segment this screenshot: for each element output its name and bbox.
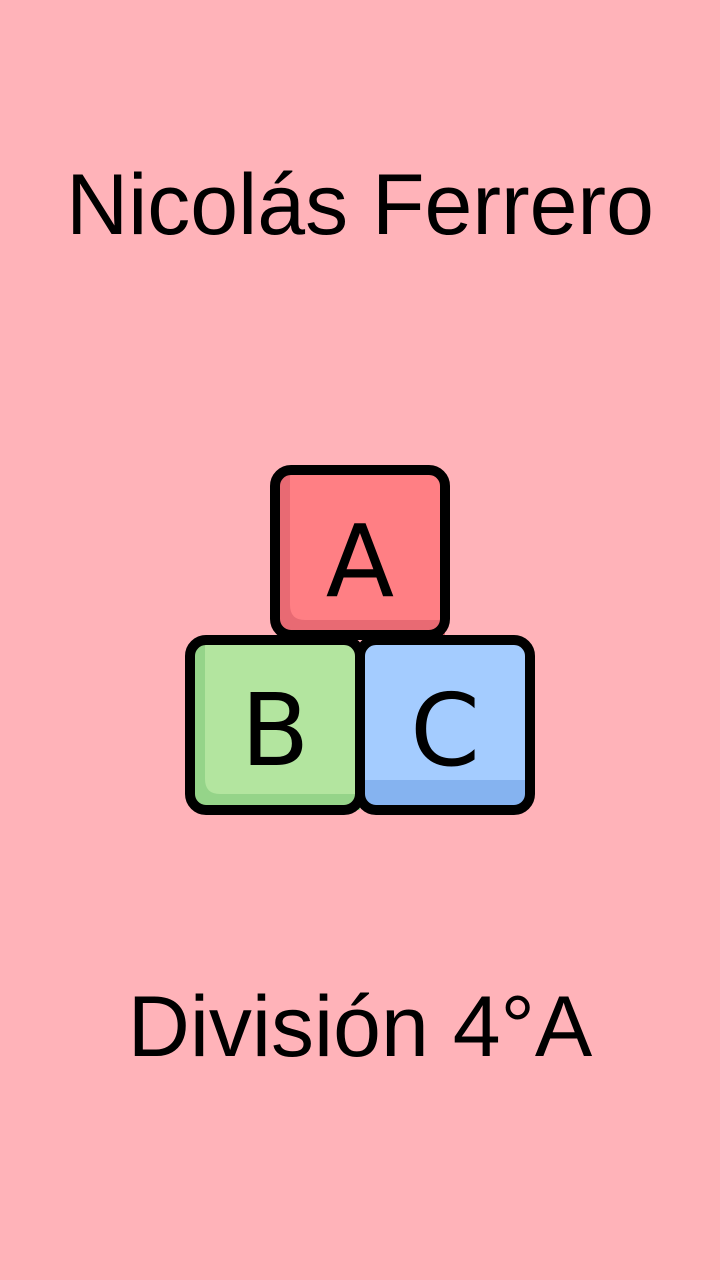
block-b: B [185,635,365,815]
block-c: C [355,635,535,815]
block-a-letter: A [326,503,394,620]
abc-blocks-icon: A B C [185,465,535,815]
block-b-letter: B [241,672,310,789]
division-label: División 4°A [127,979,593,1075]
student-name: Nicolás Ferrero [66,157,654,253]
block-a: A [270,465,450,640]
block-c-letter: C [410,672,480,789]
